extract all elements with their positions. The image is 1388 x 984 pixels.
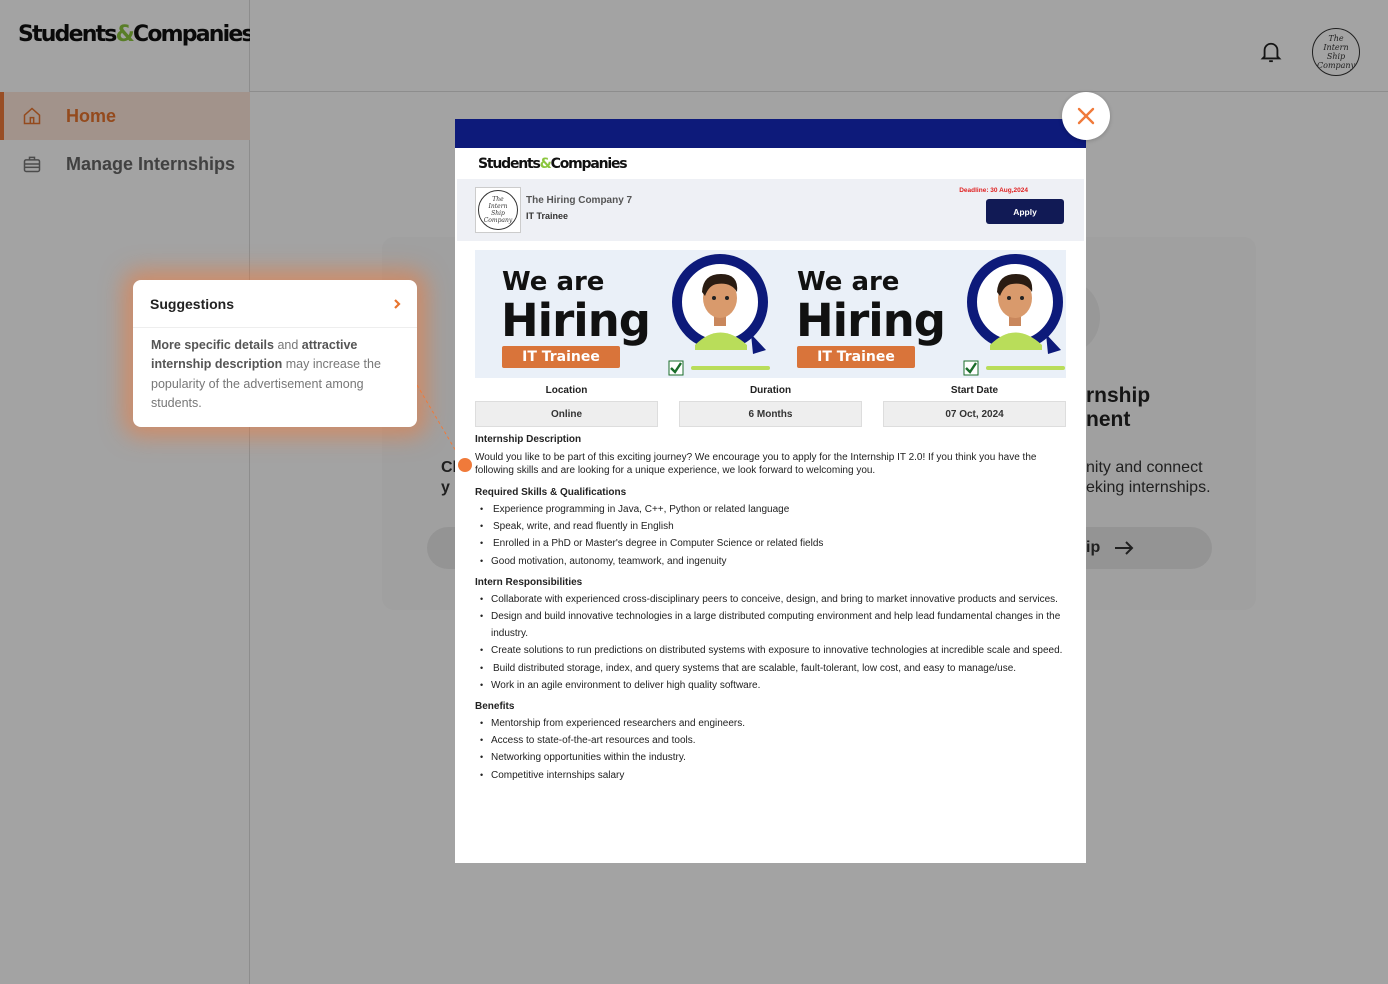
internship-role: IT Trainee xyxy=(526,211,569,221)
banner-panel: We are Hiring IT Trainee xyxy=(475,250,770,378)
suggestions-text: More specific details and attractive int… xyxy=(151,338,381,410)
list-item: Build distributed storage, index, and qu… xyxy=(475,660,1070,677)
hiring-banner: We are Hiring IT Trainee We are Hiring I… xyxy=(475,250,1066,378)
suggestions-title: Suggestions xyxy=(150,295,235,312)
info-duration: Duration 6 Months xyxy=(679,383,862,427)
suggestions-panel: Suggestions More specific details and at… xyxy=(133,280,417,427)
modal-header-bar xyxy=(455,119,1086,148)
description-text: Would you like to be part of this exciti… xyxy=(475,452,1037,476)
magnifier-person-icon xyxy=(963,254,1065,376)
info-label: Location xyxy=(545,385,588,396)
banner-panel: We are Hiring IT Trainee xyxy=(770,250,1065,378)
skills-title: Required Skills & Qualifications xyxy=(475,487,627,498)
list-item: Networking opportunities within the indu… xyxy=(475,749,1070,766)
list-item: Create solutions to run predictions on d… xyxy=(475,642,1070,659)
skills-list: Experience programming in Java, C++, Pyt… xyxy=(475,501,1070,570)
banner-hiring: Hiring xyxy=(796,294,946,347)
banner-we-are: We are xyxy=(502,267,605,297)
list-item: Good motivation, autonomy, teamwork, and… xyxy=(475,553,1070,570)
list-item: Speak, write, and read fluently in Engli… xyxy=(475,518,1070,535)
info-value: 07 Oct, 2024 xyxy=(883,401,1066,427)
info-value: 6 Months xyxy=(679,401,862,427)
info-label: Start Date xyxy=(950,385,999,396)
close-icon xyxy=(1077,107,1095,125)
banner-we-are: We are xyxy=(797,267,900,297)
apply-button[interactable]: Apply xyxy=(986,199,1064,224)
description-title: Internship Description xyxy=(475,434,582,445)
responsibilities-list: Collaborate with experienced cross-disci… xyxy=(475,591,1070,694)
benefits-title: Benefits xyxy=(475,701,515,713)
info-start-date: Start Date 07 Oct, 2024 xyxy=(883,383,1066,427)
chevron-right-icon[interactable] xyxy=(393,298,401,309)
deadline-label: Deadline: 30 Aug,2024 xyxy=(959,187,1028,194)
list-item: Competitive internships salary xyxy=(475,767,1070,784)
list-item: Collaborate with experienced cross-disci… xyxy=(475,591,1070,608)
company-name: The Hiring Company 7 xyxy=(526,195,633,206)
list-item: Work in an agile environment to deliver … xyxy=(475,677,1070,694)
info-value: Online xyxy=(475,401,658,427)
list-item: Enrolled in a PhD or Master's degree in … xyxy=(475,535,1070,552)
internship-info-row: Location Online Duration 6 Months Start … xyxy=(475,383,1066,427)
list-item: Mentorship from experienced researchers … xyxy=(475,715,1070,732)
info-label: Duration xyxy=(749,385,792,396)
list-item: Experience programming in Java, C++, Pyt… xyxy=(475,501,1070,518)
company-logo: The Intern Ship Company xyxy=(475,187,521,233)
benefits-list: Mentorship from experienced researchers … xyxy=(475,715,1070,784)
suggestion-marker[interactable] xyxy=(458,458,472,472)
magnifier-person-icon xyxy=(668,254,770,376)
banner-hiring: Hiring xyxy=(501,294,651,347)
responsibilities-title: Intern Responsibilities xyxy=(475,576,583,588)
suggestions-header[interactable]: Suggestions xyxy=(133,280,417,328)
modal-logo: Students&Companies xyxy=(478,156,628,172)
internship-preview-modal: Students&Companies The Intern Ship Compa… xyxy=(455,119,1086,863)
banner-tag: IT Trainee xyxy=(502,346,620,368)
close-button[interactable] xyxy=(1062,92,1110,140)
internship-details: Internship Description Would you like to… xyxy=(475,434,1070,784)
info-location: Location Online xyxy=(475,383,658,427)
banner-tag: IT Trainee xyxy=(797,346,915,368)
list-item: Access to state-of-the-art resources and… xyxy=(475,732,1070,749)
company-header: The Intern Ship Company The Hiring Compa… xyxy=(457,179,1084,241)
list-item: Design and build innovative technologies… xyxy=(475,608,1070,642)
